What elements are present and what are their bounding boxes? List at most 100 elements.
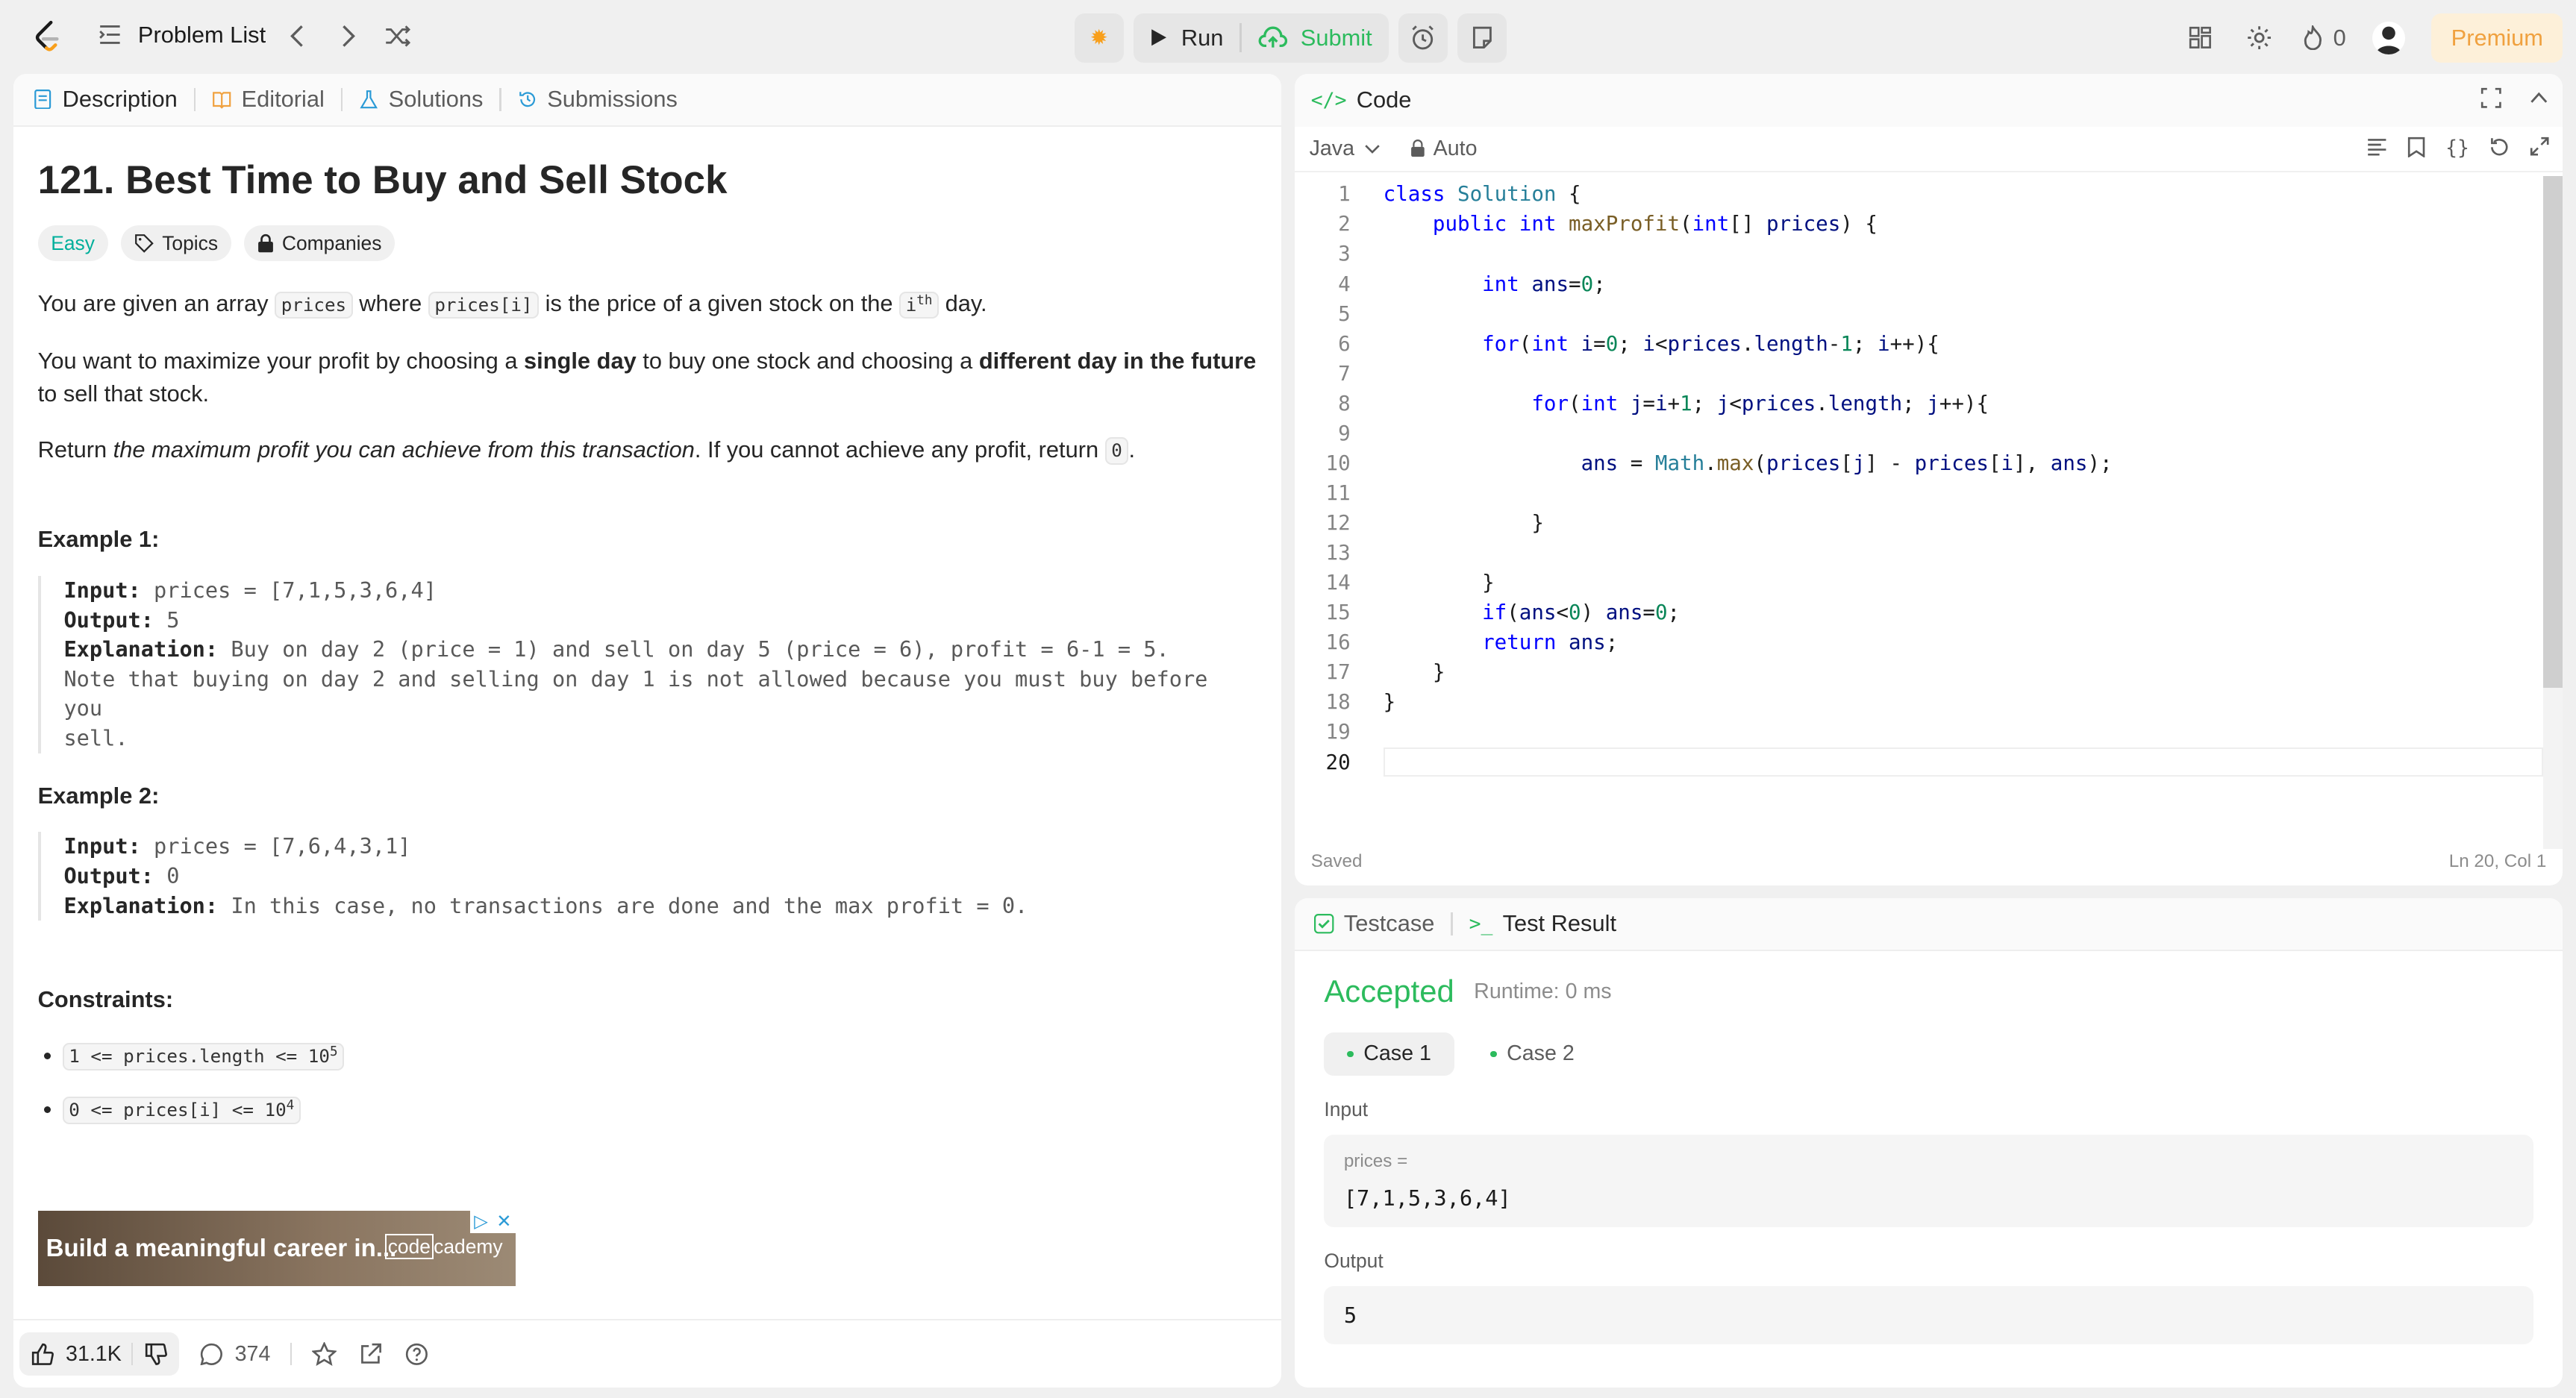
bug-icon: ✹: [1090, 26, 1108, 51]
lock-icon: [257, 233, 273, 252]
tab-editorial[interactable]: Editorial: [212, 86, 325, 113]
editor-tool-icons: {}: [2366, 137, 2549, 164]
topics-label: Topics: [162, 231, 219, 254]
fullscreen-icon[interactable]: [2480, 87, 2502, 115]
tag-icon: [134, 233, 154, 253]
companies-label: Companies: [281, 231, 382, 254]
lock-icon: [1410, 140, 1425, 157]
paragraph-1: You are given an array prices where pric…: [38, 284, 1257, 322]
tab-label: Solutions: [388, 86, 484, 113]
editor-status-bar: Saved Ln 20, Col 1: [1311, 851, 2547, 872]
code-header: </> Code: [1294, 74, 2563, 127]
language-select[interactable]: Java: [1310, 137, 1381, 161]
verdict: Accepted Runtime: 0 ms: [1324, 974, 2533, 1009]
streak-counter[interactable]: 0: [2302, 25, 2346, 51]
case-1-tab[interactable]: Case 1: [1324, 1032, 1454, 1076]
code-icon: </>: [1310, 88, 1347, 112]
tab-submissions[interactable]: Submissions: [518, 86, 678, 113]
submit-button[interactable]: Submit: [1242, 13, 1389, 63]
run-button[interactable]: Run: [1134, 13, 1239, 63]
ad-brand: code cademy: [384, 1233, 503, 1259]
case-tabs: Case 1 Case 2: [1324, 1032, 2533, 1076]
example-2: Input: prices = [7,6,4,3,1] Output: 0 Ex…: [37, 832, 1257, 921]
tab-label: Submissions: [547, 86, 678, 113]
terminal-icon: >_: [1469, 912, 1493, 935]
leetcode-logo[interactable]: [30, 18, 66, 54]
comment-icon: [198, 1341, 225, 1367]
star-icon[interactable]: [311, 1341, 337, 1367]
shuffle-icon[interactable]: [383, 22, 413, 51]
braces-icon[interactable]: {}: [2445, 137, 2469, 164]
tab-test-result[interactable]: >_ Test Result: [1469, 910, 1616, 937]
inline-code: prices: [275, 291, 353, 319]
notes-button[interactable]: [1457, 13, 1507, 63]
code-panel: </> Code Java Auto {} 1 class Solution { …: [1294, 74, 2563, 885]
problem-list-label: Problem List: [137, 21, 266, 48]
tab-label: Editorial: [241, 86, 325, 113]
book-icon: [213, 92, 231, 109]
page-title[interactable]: 121. Best Time to Buy and Sell Stock: [38, 156, 1257, 205]
bookmark-icon[interactable]: [2407, 137, 2425, 164]
scrollbar-thumb[interactable]: [2542, 175, 2563, 689]
tab-description[interactable]: Description: [33, 86, 178, 113]
like-count: 31.1K: [66, 1341, 122, 1366]
topics-badge[interactable]: Topics: [121, 225, 231, 261]
difficulty-badge: Easy: [37, 225, 108, 261]
advertisement-banner[interactable]: Build a meaningful career in... code cade…: [37, 1210, 516, 1286]
comments-button[interactable]: 374: [198, 1341, 270, 1367]
chevron-up-icon[interactable]: [2528, 87, 2550, 115]
expand-icon[interactable]: [2530, 137, 2549, 164]
constraints-list: 1 <= prices.length <= 105 0 <= prices[i]…: [38, 1035, 1257, 1126]
divider: [290, 1342, 292, 1366]
run-label: Run: [1181, 24, 1224, 51]
thumbs-down-icon[interactable]: [143, 1341, 169, 1367]
tab-testcase[interactable]: Testcase: [1314, 910, 1434, 937]
output-box: 5: [1324, 1285, 2533, 1344]
current-line-highlight: [1383, 747, 2543, 777]
debug-button[interactable]: ✹: [1074, 13, 1124, 63]
layout-icon[interactable]: [2183, 22, 2216, 54]
chevron-down-icon: [1365, 144, 1380, 154]
auto-mode[interactable]: Auto: [1410, 137, 1478, 161]
tab-label: Test Result: [1502, 910, 1617, 937]
language-label: Java: [1309, 136, 1355, 160]
ad-close-icon[interactable]: ▷ ✕: [469, 1210, 516, 1234]
avatar[interactable]: [2372, 21, 2406, 54]
description-footer: 31.1K 374: [13, 1318, 1282, 1388]
gear-icon[interactable]: [2243, 22, 2276, 54]
description-panel: Description Editorial Solutions Submissi…: [13, 74, 1282, 1388]
timer-button[interactable]: [1398, 13, 1448, 63]
next-problem-icon[interactable]: [334, 22, 363, 51]
comment-count: 374: [234, 1341, 271, 1366]
example-1-heading: Example 1:: [37, 526, 160, 553]
badges: Easy Topics Companies: [37, 225, 1257, 261]
code-editor[interactable]: 1 class Solution { 2 public int maxProfit…: [1295, 172, 2563, 780]
fire-icon: [2304, 25, 2322, 51]
variable-name: prices =: [1343, 1150, 1408, 1171]
divider: [499, 87, 501, 111]
play-icon: [1151, 29, 1167, 46]
inline-code: ith: [899, 291, 940, 319]
run-submit-group: Run Submit: [1134, 13, 1389, 63]
checkbox-icon: [1314, 914, 1334, 934]
reset-icon[interactable]: [2489, 137, 2510, 164]
mode-label: Auto: [1433, 136, 1478, 160]
paragraph-3: Return the maximum profit you can achiev…: [38, 433, 1257, 468]
help-icon[interactable]: [404, 1341, 430, 1367]
editor-scrollbar[interactable]: [2542, 175, 2563, 850]
prev-problem-icon[interactable]: [283, 22, 313, 51]
cloud-upload-icon: [1258, 26, 1287, 48]
tab-solutions[interactable]: Solutions: [359, 86, 483, 113]
thumbs-up-icon[interactable]: [30, 1341, 56, 1367]
note-icon: [1472, 26, 1492, 49]
case-2-tab[interactable]: Case 2: [1467, 1032, 1597, 1075]
share-icon[interactable]: [357, 1341, 384, 1367]
cursor-position: Ln 20, Col 1: [2448, 850, 2547, 871]
companies-badge[interactable]: Companies: [244, 225, 396, 261]
premium-button[interactable]: Premium: [2431, 13, 2563, 63]
output-value: 5: [1343, 1302, 1357, 1328]
list-icon: [99, 25, 120, 45]
list-item: 1 <= prices.length <= 105: [62, 1035, 1257, 1073]
format-icon[interactable]: [2366, 137, 2388, 164]
problem-list-button[interactable]: Problem List: [99, 22, 266, 48]
